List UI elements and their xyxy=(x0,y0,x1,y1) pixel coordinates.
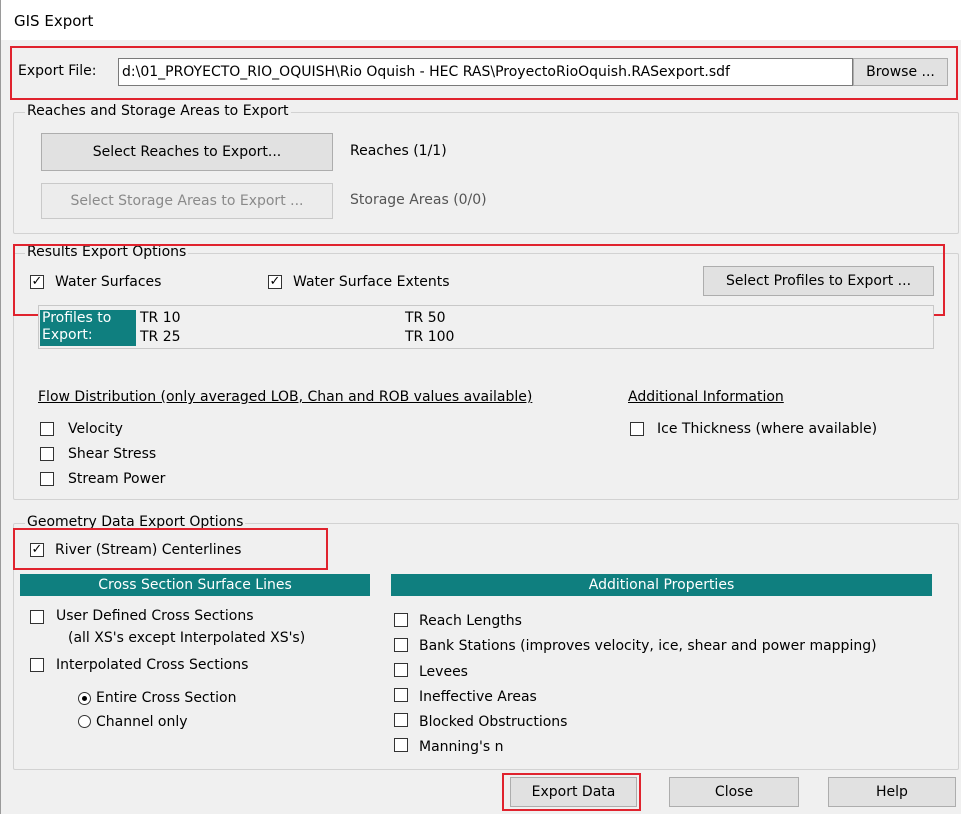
bank-stations-label: Bank Stations (improves velocity, ice, s… xyxy=(419,638,877,654)
export-data-button[interactable]: Export Data xyxy=(510,777,637,807)
shear-stress-checkbox[interactable] xyxy=(40,447,54,461)
levees-checkbox[interactable] xyxy=(394,663,408,677)
profile-item[interactable]: TR 50 xyxy=(405,309,446,327)
ice-thickness-checkbox[interactable] xyxy=(630,422,644,436)
additional-properties-header: Additional Properties xyxy=(391,574,932,596)
channel-only-label: Channel only xyxy=(96,714,188,730)
stream-power-checkbox[interactable] xyxy=(40,472,54,486)
centerlines-checkbox[interactable]: ✓ xyxy=(30,543,44,557)
interpolated-xs-label: Interpolated Cross Sections xyxy=(56,657,249,673)
profile-item[interactable]: TR 10 xyxy=(140,309,181,327)
water-surfaces-label: Water Surfaces xyxy=(55,274,162,290)
channel-only-radio[interactable] xyxy=(78,715,91,728)
close-button[interactable]: Close xyxy=(669,777,799,807)
reaches-status: Reaches (1/1) xyxy=(350,143,447,159)
profile-item[interactable]: TR 25 xyxy=(140,328,181,346)
profiles-header: Profiles to Export: xyxy=(40,310,136,346)
ice-thickness-label: Ice Thickness (where available) xyxy=(657,421,878,437)
stream-power-label: Stream Power xyxy=(68,471,166,487)
window-title: GIS Export xyxy=(14,12,94,30)
blocked-obstructions-checkbox[interactable] xyxy=(394,713,408,727)
user-defined-xs-sublabel: (all XS's except Interpolated XS's) xyxy=(68,630,306,646)
mannings-n-checkbox[interactable] xyxy=(394,738,408,752)
select-storage-areas-button[interactable]: Select Storage Areas to Export ... xyxy=(41,183,333,219)
velocity-label: Velocity xyxy=(68,421,123,437)
entire-cross-section-label: Entire Cross Section xyxy=(96,690,237,706)
ineffective-areas-checkbox[interactable] xyxy=(394,688,408,702)
additional-information-title: Additional Information xyxy=(628,389,784,405)
export-file-input[interactable] xyxy=(118,58,853,86)
interpolated-xs-checkbox[interactable] xyxy=(30,658,44,672)
ineffective-areas-label: Ineffective Areas xyxy=(419,689,537,705)
title-bar: GIS Export xyxy=(0,0,961,40)
shear-stress-label: Shear Stress xyxy=(68,446,157,462)
reaches-group-title: Reaches and Storage Areas to Export xyxy=(25,103,291,119)
flow-distribution-title: Flow Distribution (only averaged LOB, Ch… xyxy=(38,389,533,405)
profile-item[interactable]: TR 100 xyxy=(405,328,454,346)
browse-button[interactable]: Browse ... xyxy=(853,58,948,86)
velocity-checkbox[interactable] xyxy=(40,422,54,436)
profiles-header-line2: Export: xyxy=(42,327,93,343)
user-defined-xs-label: User Defined Cross Sections xyxy=(56,608,254,624)
mannings-n-label: Manning's n xyxy=(419,739,504,755)
levees-label: Levees xyxy=(419,664,468,680)
export-file-label: Export File: xyxy=(18,63,97,79)
reach-lengths-checkbox[interactable] xyxy=(394,613,408,627)
help-button[interactable]: Help xyxy=(828,777,956,807)
bank-stations-checkbox[interactable] xyxy=(394,638,408,652)
select-reaches-button[interactable]: Select Reaches to Export... xyxy=(41,133,333,171)
user-defined-xs-checkbox[interactable] xyxy=(30,610,44,624)
entire-cross-section-radio[interactable] xyxy=(78,692,91,705)
window-left-edge xyxy=(0,0,1,814)
blocked-obstructions-label: Blocked Obstructions xyxy=(419,714,568,730)
centerlines-label: River (Stream) Centerlines xyxy=(55,542,242,558)
cross-section-header: Cross Section Surface Lines xyxy=(20,574,370,596)
water-surfaces-checkbox[interactable]: ✓ xyxy=(30,275,44,289)
storage-areas-status: Storage Areas (0/0) xyxy=(350,192,487,208)
select-profiles-button[interactable]: Select Profiles to Export ... xyxy=(703,266,934,296)
reach-lengths-label: Reach Lengths xyxy=(419,613,522,629)
water-surface-extents-checkbox[interactable]: ✓ xyxy=(268,275,282,289)
water-surface-extents-label: Water Surface Extents xyxy=(293,274,450,290)
profiles-header-line1: Profiles to xyxy=(42,310,112,326)
